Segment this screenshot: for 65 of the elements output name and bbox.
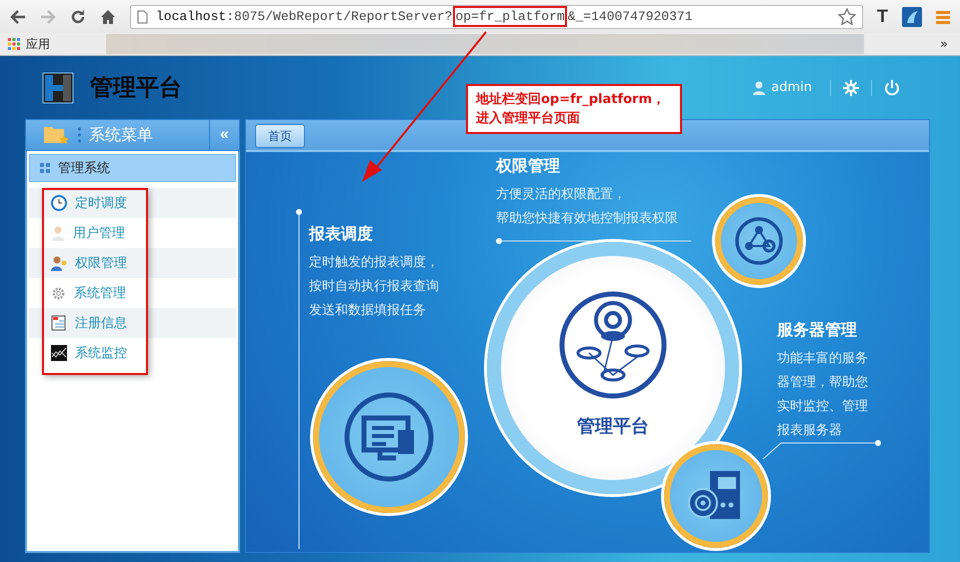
feature-description: 定时触发的报表调度， (309, 254, 439, 272)
user-icon (753, 80, 766, 94)
highlighted-url-parameter: op=fr_platform (453, 6, 567, 27)
feature-title: 报表调度 (309, 224, 374, 245)
menu-item-label: 定时调度 (75, 195, 127, 212)
bookmarks-overflow[interactable]: » (940, 36, 948, 52)
url-path: :8075/WebReport/ReportServer? (226, 9, 452, 24)
user-icon (51, 225, 65, 241)
menu-item-label: 权限管理 (75, 255, 127, 272)
menu-group[interactable]: 管理系统 (29, 154, 236, 182)
clock-icon (51, 195, 67, 211)
hub-label: 管理平台 (577, 415, 649, 438)
share-network-icon (734, 216, 784, 266)
feature-description: 功能丰富的服务 (777, 350, 868, 368)
menu-group-label: 管理系统 (58, 160, 110, 177)
menu-item-label: 注册信息 (75, 315, 127, 332)
feature-description: 器管理，帮助您 (777, 374, 868, 392)
username-link[interactable]: admin (771, 80, 812, 95)
feature-description: 发送和数据填报任务 (309, 302, 427, 320)
apps-grid-icon[interactable] (8, 38, 20, 50)
menu-item-label: 用户管理 (73, 225, 125, 242)
feature-title: 服务器管理 (777, 320, 858, 341)
annotation-text: 地址栏变回op=fr_platform， (476, 90, 666, 109)
network-hub-icon (558, 290, 668, 400)
star-icon[interactable] (838, 8, 856, 26)
menu-item-label: 系统监控 (75, 345, 127, 362)
logo-icon (42, 72, 74, 104)
menu-item[interactable]: 定时调度 (29, 188, 236, 218)
feature-description: 方便灵活的权限配置， (496, 186, 627, 204)
sidebar-title: 系统菜单 (89, 124, 154, 146)
menu-icon[interactable] (936, 10, 950, 24)
document-icon (51, 315, 67, 331)
feature-description: 帮助您快捷有效地控制报表权限 (496, 210, 678, 228)
apps-link[interactable]: 应用 (26, 36, 50, 52)
menu-item[interactable]: 权限管理 (29, 248, 236, 278)
app-title: 管理平台 (90, 74, 182, 103)
tab[interactable]: 首页 (255, 124, 305, 148)
grip-icon (78, 127, 81, 143)
feature-title: 权限管理 (496, 156, 561, 177)
back-arrow-icon[interactable] (10, 10, 26, 24)
page-icon (137, 10, 148, 24)
chart-monitor-icon (51, 345, 67, 361)
menu-item[interactable]: 系统监控 (29, 338, 236, 368)
url-host: localhost (156, 9, 226, 24)
feature-description: 实时监控、管理 (777, 398, 868, 416)
menu-item[interactable]: 注册信息 (29, 308, 236, 338)
extension-icon[interactable] (902, 6, 922, 26)
home-icon[interactable] (100, 8, 116, 24)
settings-icon[interactable] (843, 80, 859, 96)
menu-item[interactable]: 系统管理 (29, 278, 236, 308)
gear-icon (51, 286, 66, 300)
grid-icon (40, 163, 50, 173)
folder-star-icon (44, 125, 70, 145)
menu-item[interactable]: 用户管理 (29, 218, 236, 248)
annotation-text: 进入管理平台页面 (476, 110, 581, 128)
reload-icon[interactable] (70, 8, 86, 24)
url-tail: &_=1400747920371 (568, 9, 693, 24)
menu-item-label: 系统管理 (74, 285, 126, 302)
report-monitor-icon (344, 392, 434, 482)
power-icon[interactable] (884, 80, 900, 96)
extension-button[interactable]: T (877, 6, 888, 27)
feature-description: 按时自动执行报表查询 (309, 278, 439, 296)
person-key-icon (51, 255, 67, 271)
address-bar[interactable]: localhost:8075/WebReport/ReportServer? op=fr_platform &_=1400747920371 (130, 4, 863, 28)
feature-description: 报表服务器 (777, 422, 843, 440)
